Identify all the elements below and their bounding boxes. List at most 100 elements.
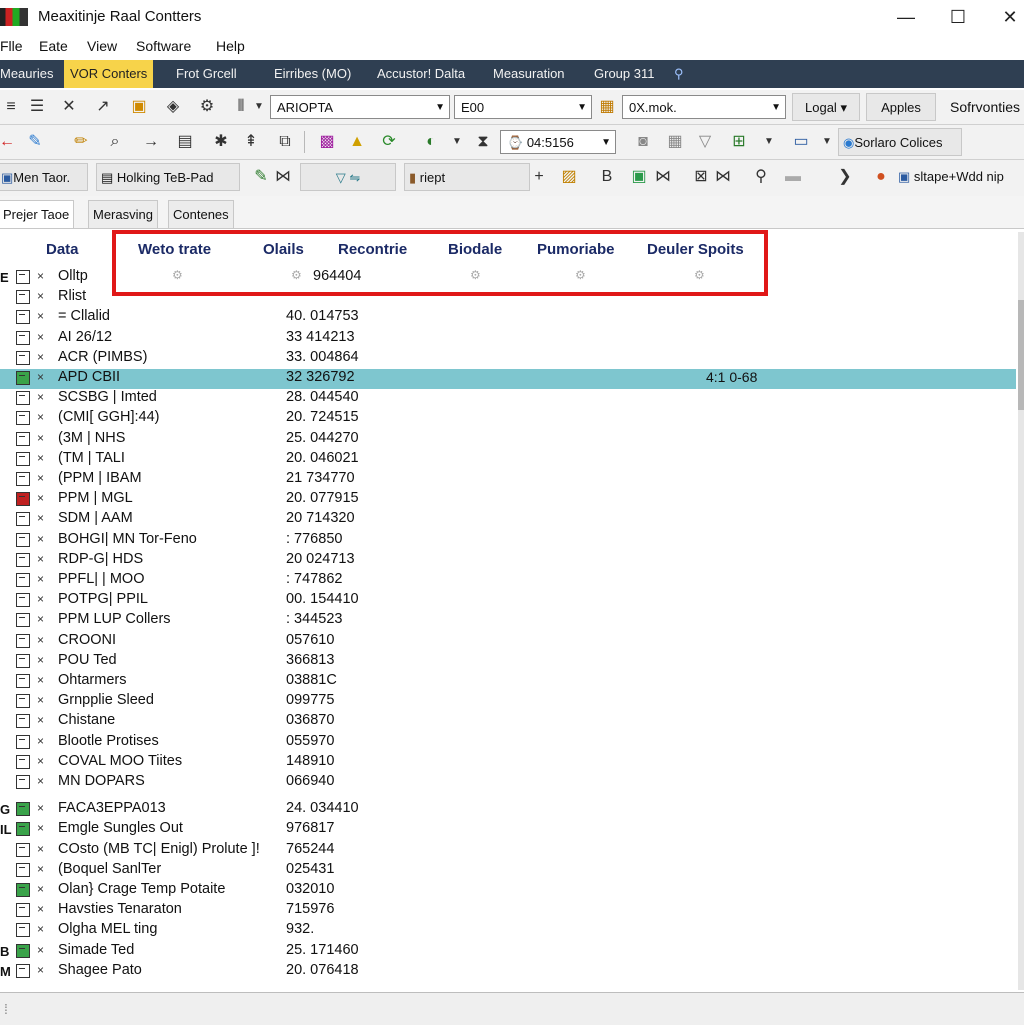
remove-icon[interactable]: × — [37, 902, 44, 916]
row-checkbox[interactable] — [16, 775, 30, 789]
row-checkbox[interactable] — [16, 754, 30, 769]
apples-button[interactable]: Apples — [866, 93, 936, 121]
row-checkbox[interactable] — [16, 371, 30, 385]
play-icon[interactable]: ❯ — [834, 166, 856, 188]
module-icon[interactable]: ▩ — [316, 131, 338, 153]
tab-vor-conters[interactable]: VOR Conters — [64, 60, 154, 88]
tab-contenes[interactable]: Contenes — [168, 200, 234, 228]
table-row[interactable]: G × FACA3EPPA013 24. 034410 — [0, 800, 1016, 820]
table-row[interactable]: × Chistane 036870 — [0, 712, 1016, 732]
row-checkbox[interactable] — [16, 431, 30, 446]
table-row[interactable]: × Havsties Tenaraton 715976 — [0, 901, 1016, 921]
image-icon[interactable]: ▨ — [558, 166, 580, 188]
row-checkbox[interactable] — [16, 270, 30, 284]
remove-icon[interactable]: × — [37, 471, 44, 485]
table-row[interactable]: × AI 26/12 33 414213 — [0, 329, 1016, 349]
table-row[interactable]: × POTPG| PPIL 00. 154410 — [0, 591, 1016, 611]
lock-icon[interactable]: ▣ — [128, 96, 150, 118]
row-checkbox[interactable] — [16, 842, 30, 857]
remove-icon[interactable]: × — [37, 532, 44, 546]
remove-icon[interactable]: × — [37, 330, 44, 344]
row-checkbox[interactable] — [16, 472, 30, 486]
softvonties-label[interactable]: Sofrvonties — [950, 96, 1020, 118]
row-checkbox[interactable] — [16, 714, 30, 729]
wrench-icon[interactable]: ✎ — [250, 166, 272, 188]
tab-frot-grcell[interactable]: Frot Grcell — [170, 60, 243, 88]
menu-lines-icon[interactable]: ☰ — [26, 96, 48, 118]
row-checkbox[interactable] — [16, 391, 30, 406]
remove-icon[interactable]: × — [37, 370, 44, 384]
menu-file[interactable]: Flle — [0, 38, 23, 54]
remove-icon[interactable]: × — [37, 451, 44, 465]
table-row[interactable]: × MN DOPARS 066940 — [0, 773, 1016, 793]
table-row[interactable]: × = Cllalid 40. 014753 — [0, 308, 1016, 328]
row-checkbox[interactable] — [16, 290, 30, 305]
row-checkbox[interactable] — [16, 512, 30, 527]
time-combo[interactable]: ⌚ 04:5156 ▼ — [500, 130, 616, 154]
chevron-down-icon[interactable]: ▼ — [758, 131, 780, 153]
table-row[interactable]: × SCSBG | Imted 28. 044540 — [0, 389, 1016, 409]
table-row[interactable]: × (CMI[ GGH]:44) 20. 724515 — [0, 409, 1016, 429]
table-row[interactable]: × Olan} Crage Temp Potaite 032010 — [0, 881, 1016, 901]
chrome-icon[interactable]: ● — [870, 166, 892, 188]
logal-button[interactable]: Logal ▾ — [792, 93, 860, 121]
row-checkbox[interactable] — [16, 492, 30, 507]
remove-icon[interactable]: × — [37, 963, 44, 977]
remove-icon[interactable]: × — [37, 842, 44, 856]
table-row[interactable]: × (PPM | IBAM 21 734770 — [0, 470, 1016, 490]
row-checkbox[interactable] — [16, 552, 30, 567]
row-checkbox[interactable] — [16, 943, 30, 958]
table-row[interactable]: IL × Emgle Sungles Out 976817 — [0, 820, 1016, 840]
table-row[interactable]: × (Boquel SanlTer 025431 — [0, 861, 1016, 881]
search-icon[interactable]: ⌕ — [104, 131, 126, 153]
mode-combo[interactable]: 0X.mok. ▼ — [622, 95, 786, 119]
remove-icon[interactable]: × — [37, 653, 44, 667]
row-checkbox[interactable] — [16, 883, 30, 897]
remove-icon[interactable]: × — [37, 309, 44, 323]
pencil-icon[interactable]: ✏ — [70, 131, 92, 153]
row-checkbox[interactable] — [16, 903, 30, 918]
holking-pad-button[interactable]: ▤ Holking TeB-Pad — [96, 163, 240, 191]
value-combo[interactable]: E00 ▼ — [454, 95, 592, 119]
remove-icon[interactable]: × — [37, 943, 44, 957]
remove-icon[interactable]: × — [37, 754, 44, 768]
back-arrow-icon[interactable]: ← — [0, 131, 18, 153]
table-row[interactable]: × Olgha MEL ting 932. — [0, 921, 1016, 941]
tab-accustor-dalta[interactable]: Accustor! Dalta — [371, 60, 471, 88]
device-combo[interactable]: ARIOPTA ▼ — [270, 95, 450, 119]
bug-icon[interactable]: ✱ — [210, 131, 232, 153]
remove-icon[interactable]: × — [37, 713, 44, 727]
slider-icon[interactable]: ▬ — [782, 166, 804, 188]
remove-icon[interactable]: × — [37, 572, 44, 586]
tab-measuration[interactable]: Measuration — [487, 60, 571, 88]
chevron-down-icon[interactable]: ▼ — [248, 96, 270, 118]
table-row[interactable]: × CROONI 057610 — [0, 632, 1016, 652]
menu-edit[interactable]: Eate — [39, 38, 68, 54]
list-icon[interactable]: ≡ — [0, 96, 22, 118]
remove-icon[interactable]: × — [37, 390, 44, 404]
menu-view[interactable]: View — [87, 38, 117, 54]
magnifier-icon[interactable]: ⚲ — [668, 60, 690, 88]
remove-icon[interactable]: × — [37, 491, 44, 505]
close-icon[interactable]: ✕ — [58, 96, 80, 118]
remove-icon[interactable]: × — [37, 801, 44, 815]
menu-software[interactable]: Software — [136, 38, 191, 54]
close-button[interactable]: ✕ — [990, 4, 1024, 30]
table-row[interactable]: × Ohtarmers 03881C — [0, 672, 1016, 692]
picture-icon[interactable]: ▦ — [596, 96, 618, 118]
table-row[interactable]: × (TM | TALI 20. 046021 — [0, 450, 1016, 470]
tab-merasving[interactable]: Merasving — [88, 200, 158, 228]
remove-icon[interactable]: × — [37, 269, 44, 283]
tab-prejer-taoe[interactable]: Prejer Taoe — [0, 200, 75, 228]
row-checkbox[interactable] — [16, 310, 30, 325]
table-row[interactable]: × RDP-G| HDS 20 024713 — [0, 551, 1016, 571]
monitor-icon[interactable]: ▭ — [790, 131, 812, 153]
riept-button[interactable]: ▮ riept — [404, 163, 530, 191]
row-checkbox[interactable] — [16, 963, 30, 978]
row-checkbox[interactable] — [16, 593, 30, 608]
maximize-button[interactable]: ☐ — [938, 4, 978, 30]
warning-icon[interactable]: ▲ — [346, 131, 368, 153]
table-row[interactable]: × PPM LUP Collers: 344523 — [0, 611, 1016, 631]
remove-icon[interactable]: × — [37, 410, 44, 424]
remove-icon[interactable]: × — [37, 592, 44, 606]
